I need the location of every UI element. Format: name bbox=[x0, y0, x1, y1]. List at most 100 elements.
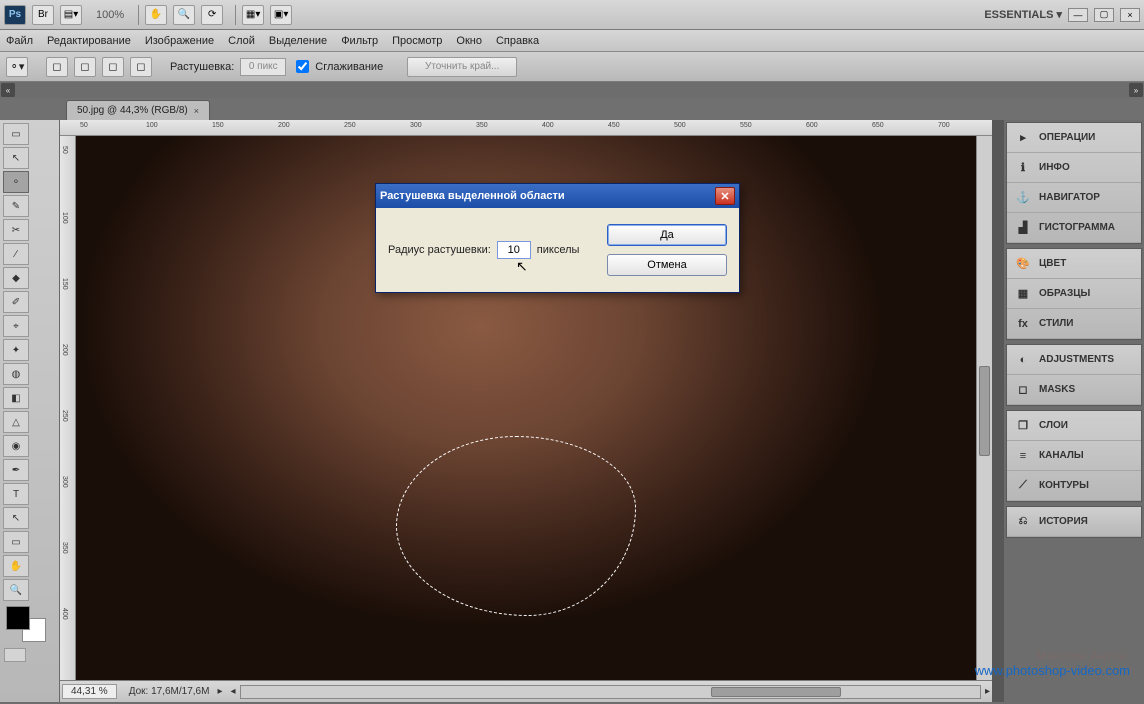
restore-button[interactable]: ▢ bbox=[1094, 8, 1114, 22]
status-zoom[interactable]: 44,31 % bbox=[62, 684, 117, 699]
panel-dock-toggle[interactable] bbox=[992, 120, 1004, 702]
application-bar: Ps Br ▤▾ 100% ✋ 🔍 ⟳ ▦▾ ▣▾ ESSENTIALS ▾ —… bbox=[0, 0, 1144, 30]
adjustments-icon: ◐ bbox=[1015, 352, 1031, 368]
menu-filter[interactable]: Фильтр bbox=[341, 35, 378, 47]
menu-layer[interactable]: Слой bbox=[228, 35, 255, 47]
document-tab[interactable]: 50.jpg @ 44,3% (RGB/8) × bbox=[66, 100, 210, 120]
gradient-tool[interactable]: ◧ bbox=[3, 387, 29, 409]
vertical-ruler[interactable]: 50100150200250300350400 bbox=[60, 136, 76, 680]
panel-group-2: 🎨ЦВЕТ ▦ОБРАЗЦЫ fxСТИЛИ bbox=[1006, 248, 1142, 340]
panel-layers[interactable]: ❐СЛОИ bbox=[1007, 411, 1141, 441]
clone-stamp-tool[interactable]: ⌖ bbox=[3, 315, 29, 337]
marquee-tool[interactable]: ▭ bbox=[3, 123, 29, 145]
arrange-docs-icon[interactable]: ▦▾ bbox=[242, 5, 264, 25]
separator bbox=[235, 5, 236, 25]
dialog-close-button[interactable]: ✕ bbox=[715, 187, 735, 205]
scrollbar-thumb[interactable] bbox=[711, 687, 841, 697]
zoom-tool-icon[interactable]: 🔍 bbox=[173, 5, 195, 25]
view-extras-icon[interactable]: ▤▾ bbox=[60, 5, 82, 25]
horizontal-scrollbar[interactable] bbox=[240, 685, 981, 699]
panel-histogram[interactable]: ▟ГИСТОГРАММА bbox=[1007, 213, 1141, 243]
color-swatches[interactable] bbox=[6, 606, 46, 642]
radius-input[interactable] bbox=[497, 241, 531, 259]
ok-button[interactable]: Да bbox=[607, 224, 727, 246]
brush-tool[interactable]: ✐ bbox=[3, 291, 29, 313]
zoom-level[interactable]: 100% bbox=[96, 9, 124, 21]
blur-tool[interactable]: △ bbox=[3, 411, 29, 433]
menu-help[interactable]: Справка bbox=[496, 35, 539, 47]
panel-collapse-strip: « » bbox=[0, 82, 1144, 98]
dialog-titlebar[interactable]: Растушевка выделенной области ✕ bbox=[376, 184, 739, 208]
separator bbox=[138, 5, 139, 25]
menu-select[interactable]: Выделение bbox=[269, 35, 327, 47]
horizontal-ruler[interactable]: 5010015020025030035040045050055060065070… bbox=[60, 120, 992, 136]
lasso-tool[interactable]: ⚬ bbox=[3, 171, 29, 193]
menu-edit[interactable]: Редактирование bbox=[47, 35, 131, 47]
path-select-tool[interactable]: ↖ bbox=[3, 507, 29, 529]
tab-close-icon[interactable]: × bbox=[194, 106, 199, 116]
close-button[interactable]: × bbox=[1120, 8, 1140, 22]
menu-window[interactable]: Окно bbox=[456, 35, 482, 47]
menu-image[interactable]: Изображение bbox=[145, 35, 214, 47]
panel-styles[interactable]: fxСТИЛИ bbox=[1007, 309, 1141, 339]
masks-icon: ◻ bbox=[1015, 382, 1031, 398]
hscroll-left-arrow-icon[interactable]: ◂ bbox=[230, 686, 235, 697]
selection-subtract-icon[interactable]: ◻ bbox=[102, 57, 124, 77]
panel-adjustments[interactable]: ◐ADJUSTMENTS bbox=[1007, 345, 1141, 375]
scrollbar-thumb[interactable] bbox=[979, 366, 990, 456]
selection-add-icon[interactable]: ◻ bbox=[74, 57, 96, 77]
hand-tool-icon[interactable]: ✋ bbox=[145, 5, 167, 25]
feather-input[interactable]: 0 пикс bbox=[240, 58, 286, 76]
refine-edge-button[interactable]: Уточнить край... bbox=[407, 57, 517, 77]
zoom-tool[interactable]: 🔍 bbox=[3, 579, 29, 601]
antialias-label: Сглаживание bbox=[315, 61, 383, 73]
eraser-tool[interactable]: ◍ bbox=[3, 363, 29, 385]
minimize-button[interactable]: — bbox=[1068, 8, 1088, 22]
cancel-button[interactable]: Отмена bbox=[607, 254, 727, 276]
hscroll-right-arrow-icon[interactable]: ▸ bbox=[985, 686, 990, 697]
antialias-checkbox[interactable] bbox=[296, 60, 309, 73]
crop-tool[interactable]: ✂ bbox=[3, 219, 29, 241]
lasso-tool-preset-icon[interactable]: ⚬▾ bbox=[6, 57, 28, 77]
bridge-icon[interactable]: Br bbox=[32, 5, 54, 25]
selection-new-icon[interactable]: ◻ bbox=[46, 57, 68, 77]
panel-info[interactable]: ℹИНФО bbox=[1007, 153, 1141, 183]
feather-label: Растушевка: bbox=[170, 61, 234, 73]
status-doc-size[interactable]: Док: 17,6M/17,6M bbox=[121, 686, 218, 697]
workspace-switcher[interactable]: ESSENTIALS ▾ bbox=[984, 8, 1062, 21]
ps-logo-icon[interactable]: Ps bbox=[4, 5, 26, 25]
collapse-right-icon[interactable]: » bbox=[1129, 83, 1143, 97]
history-brush-tool[interactable]: ✦ bbox=[3, 339, 29, 361]
vertical-scrollbar[interactable] bbox=[976, 136, 992, 680]
status-arrow-icon[interactable]: ▸ bbox=[217, 686, 222, 697]
feather-dialog: Растушевка выделенной области ✕ Радиус р… bbox=[375, 183, 740, 293]
panel-history[interactable]: ⎌ИСТОРИЯ bbox=[1007, 507, 1141, 537]
pen-tool[interactable]: ✒ bbox=[3, 459, 29, 481]
screen-mode-icon[interactable]: ▣▾ bbox=[270, 5, 292, 25]
dialog-title: Растушевка выделенной области bbox=[380, 190, 565, 202]
selection-intersect-icon[interactable]: ◻ bbox=[130, 57, 152, 77]
menu-file[interactable]: Файл bbox=[6, 35, 33, 47]
dodge-tool[interactable]: ◉ bbox=[3, 435, 29, 457]
palette-icon: 🎨 bbox=[1015, 256, 1031, 272]
panel-actions[interactable]: ▸ОПЕРАЦИИ bbox=[1007, 123, 1141, 153]
panel-swatches[interactable]: ▦ОБРАЗЦЫ bbox=[1007, 279, 1141, 309]
collapse-left-icon[interactable]: « bbox=[1, 83, 15, 97]
rotate-view-icon[interactable]: ⟳ bbox=[201, 5, 223, 25]
quick-mask-toggle[interactable] bbox=[4, 648, 26, 662]
status-bar: 44,31 % Док: 17,6M/17,6M ▸ ◂ ▸ bbox=[60, 680, 992, 702]
panel-channels[interactable]: ≡КАНАЛЫ bbox=[1007, 441, 1141, 471]
spot-healing-tool[interactable]: ◆ bbox=[3, 267, 29, 289]
menu-view[interactable]: Просмотр bbox=[392, 35, 442, 47]
shape-tool[interactable]: ▭ bbox=[3, 531, 29, 553]
type-tool[interactable]: T bbox=[3, 483, 29, 505]
magic-wand-tool[interactable]: ✎ bbox=[3, 195, 29, 217]
foreground-color-swatch[interactable] bbox=[6, 606, 30, 630]
panel-navigator[interactable]: ⚓НАВИГАТОР bbox=[1007, 183, 1141, 213]
panel-paths[interactable]: ⟋КОНТУРЫ bbox=[1007, 471, 1141, 501]
panel-color[interactable]: 🎨ЦВЕТ bbox=[1007, 249, 1141, 279]
hand-tool[interactable]: ✋ bbox=[3, 555, 29, 577]
move-tool[interactable]: ↖ bbox=[3, 147, 29, 169]
slice-tool[interactable]: ∕ bbox=[3, 243, 29, 265]
panel-masks[interactable]: ◻MASKS bbox=[1007, 375, 1141, 405]
